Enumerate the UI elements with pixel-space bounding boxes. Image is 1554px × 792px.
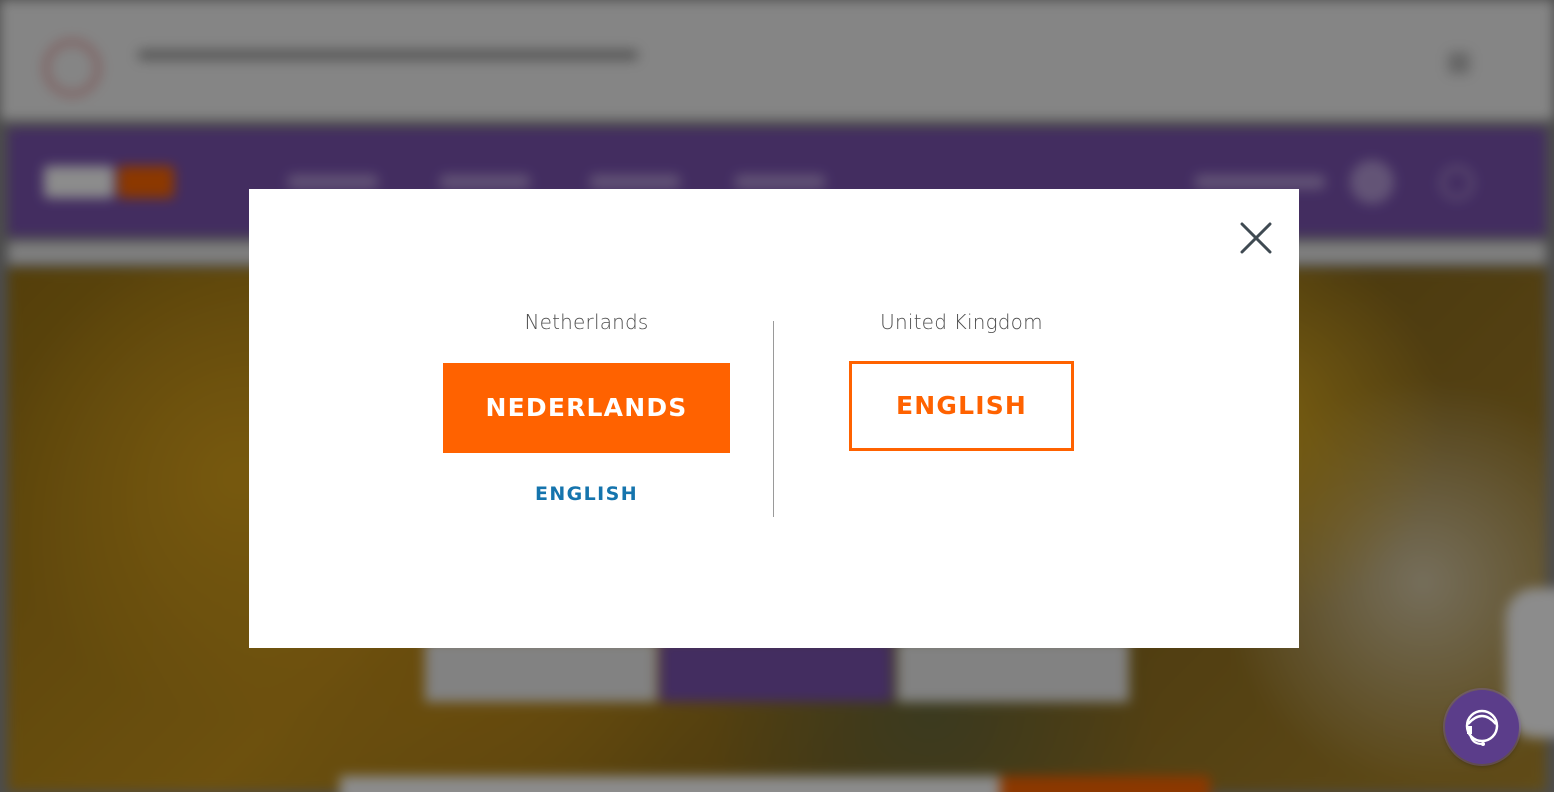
chat-agent-icon [1465,709,1499,746]
page: Netherlands NEDERLANDS ENGLISH United Ki… [0,0,1554,792]
chat-button[interactable] [1445,690,1519,764]
column-divider [773,321,774,517]
location-modal: Netherlands NEDERLANDS ENGLISH United Ki… [249,189,1299,648]
netherlands-column: Netherlands NEDERLANDS ENGLISH [409,307,764,505]
country-name-united-kingdom: United Kingdom [880,310,1043,334]
close-button[interactable] [1239,221,1273,255]
nederlands-button[interactable]: NEDERLANDS [443,363,730,453]
united-kingdom-column: United Kingdom ENGLISH [809,307,1114,451]
country-name-netherlands: Netherlands [524,310,649,334]
netherlands-english-link[interactable]: ENGLISH [535,483,638,505]
uk-english-button[interactable]: ENGLISH [849,361,1074,451]
close-icon [1240,222,1272,254]
